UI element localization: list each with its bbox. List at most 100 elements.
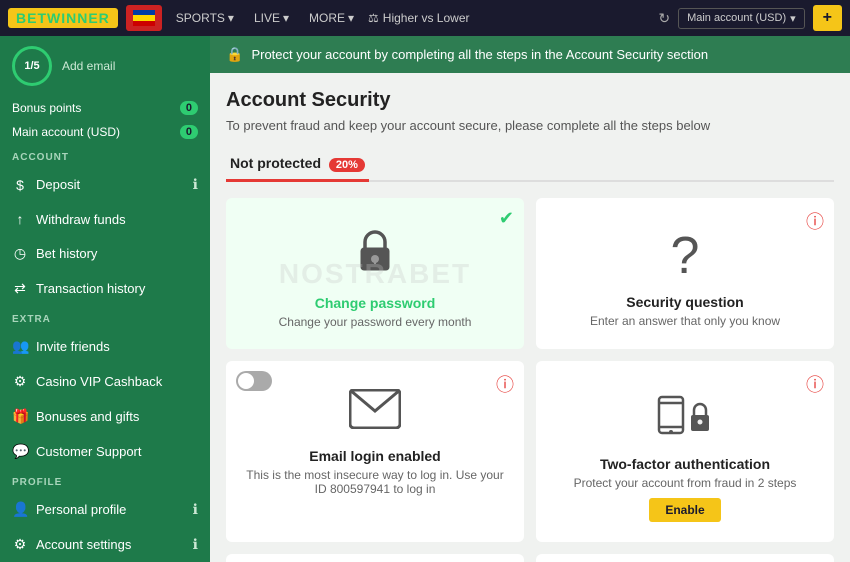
main-account-sidebar-label: Main account (USD)	[12, 125, 120, 139]
dollar-icon: $	[12, 177, 28, 193]
sidebar-profile-top: 1/5 Add email	[0, 36, 210, 96]
profile-section-label: PROFILE	[0, 469, 210, 492]
live-label: LIVE	[254, 11, 280, 25]
sports-nav-button[interactable]: SPORTS ▾	[170, 7, 240, 29]
security-tabs: Not protected 20%	[226, 149, 834, 182]
sidebar-item-support[interactable]: 💬 Customer Support	[0, 434, 210, 469]
banner-lock-icon: 🔒	[226, 46, 243, 63]
sports-label: SPORTS	[176, 11, 225, 25]
progress-circle: 1/5	[12, 46, 52, 86]
security-question-card: ⓘ ? Security question Enter an answer th…	[536, 198, 834, 349]
account-section-label: ACCOUNT	[0, 144, 210, 167]
sidebar-profile-info-icon: ℹ	[193, 501, 198, 518]
sidebar-item-bonuses[interactable]: 🎁 Bonuses and gifts	[0, 399, 210, 434]
sidebar-vip-label: Casino VIP Cashback	[36, 374, 198, 389]
tab-not-protected-label: Not protected	[230, 155, 321, 171]
balance-scale-display: ⚖ Higher vs Lower	[368, 11, 469, 25]
security-cards-grid: NOSTRABET ✔ Change password Change your …	[226, 198, 834, 542]
top-navigation: BETWINNER SPORTS ▾ LIVE ▾ MORE ▾ ⚖ Highe…	[0, 0, 850, 36]
sports-chevron-icon: ▾	[228, 11, 234, 25]
sidebar-settings-label: Account settings	[36, 537, 185, 552]
more-chevron-icon: ▾	[348, 11, 354, 25]
scale-icon: ⚖	[368, 11, 379, 25]
sidebar-item-casino-vip[interactable]: ⚙ Casino VIP Cashback	[0, 364, 210, 399]
main-account-row: Main account (USD) 0	[0, 120, 210, 144]
sidebar-item-deposit[interactable]: $ Deposit ℹ	[0, 167, 210, 202]
email-login-card: ⓘ Email login enabled This is the most i…	[226, 361, 524, 542]
sidebar-item-personal-profile[interactable]: 👤 Personal profile ℹ	[0, 492, 210, 527]
sidebar-deposit-info-icon: ℹ	[193, 176, 198, 193]
change-password-status-icon: ✔	[499, 208, 514, 229]
main-area: 1/5 Add email Bonus points 0 Main accoun…	[0, 36, 850, 562]
deposit-button[interactable]: +	[813, 5, 842, 31]
extra-section-label: EXTRA	[0, 306, 210, 329]
live-nav-button[interactable]: LIVE ▾	[248, 7, 295, 29]
withdraw-icon: ↑	[12, 211, 28, 227]
security-question-desc: Enter an answer that only you know	[590, 314, 780, 328]
sidebar-settings-info-icon: ℹ	[193, 536, 198, 553]
two-factor-desc: Protect your account from fraud in 2 ste…	[574, 476, 797, 490]
account-chevron-icon: ▾	[790, 12, 796, 25]
transfer-icon: ⇄	[12, 280, 28, 297]
content-area: 🔒 Protect your account by completing all…	[210, 36, 850, 562]
two-factor-icon	[657, 389, 713, 448]
page-subtitle: To prevent fraud and keep your account s…	[226, 118, 834, 133]
email-login-status-icon: ⓘ	[496, 371, 514, 397]
security-question-icon: ?	[671, 226, 700, 286]
security-question-status-icon: ⓘ	[806, 208, 824, 234]
bonus-points-badge: 0	[180, 101, 198, 115]
tab-percent-badge: 20%	[329, 158, 365, 172]
more-label: MORE	[309, 11, 345, 25]
email-login-title: Email login enabled	[309, 448, 440, 464]
partial-card-2	[536, 554, 834, 562]
friends-icon: 👥	[12, 338, 28, 355]
change-password-title: Change password	[315, 295, 436, 311]
bonus-points-label: Bonus points	[12, 101, 81, 115]
progress-value: 1/5	[24, 60, 39, 72]
sidebar-invite-label: Invite friends	[36, 339, 198, 354]
main-account-sidebar-badge: 0	[180, 125, 198, 139]
nav-flag-icon	[126, 5, 162, 31]
two-factor-card: ⓘ Two-f	[536, 361, 834, 542]
more-nav-button[interactable]: MORE ▾	[303, 7, 360, 29]
main-account-label: Main account (USD)	[687, 12, 786, 24]
enable-two-factor-button[interactable]: Enable	[649, 498, 720, 522]
page-title: Account Security	[226, 89, 834, 112]
balance-label: Higher vs Lower	[383, 11, 470, 25]
main-account-button[interactable]: Main account (USD) ▾	[678, 8, 805, 29]
content-inner: Account Security To prevent fraud and ke…	[210, 73, 850, 562]
change-password-card: NOSTRABET ✔ Change password Change your …	[226, 198, 524, 349]
deposit-plus-icon: +	[823, 9, 832, 26]
refresh-icon[interactable]: ↻	[658, 10, 670, 27]
sidebar-item-transaction-history[interactable]: ⇄ Transaction history	[0, 271, 210, 306]
tab-not-protected[interactable]: Not protected 20%	[226, 149, 369, 182]
two-factor-status-icon: ⓘ	[806, 371, 824, 397]
sidebar-item-account-settings[interactable]: ⚙ Account settings ℹ	[0, 527, 210, 562]
sidebar-personal-label: Personal profile	[36, 502, 185, 517]
logo: BETWINNER	[8, 8, 118, 28]
sidebar-item-withdraw[interactable]: ↑ Withdraw funds	[0, 202, 210, 236]
security-question-title: Security question	[626, 294, 743, 310]
profile-icon: 👤	[12, 501, 28, 518]
gift-icon: 🎁	[12, 408, 28, 425]
settings-icon: ⚙	[12, 536, 28, 553]
sidebar-bonuses-label: Bonuses and gifts	[36, 409, 198, 424]
logo-winner: WINNER	[47, 10, 110, 26]
sidebar-transaction-label: Transaction history	[36, 281, 198, 296]
sidebar-support-label: Customer Support	[36, 444, 198, 459]
bonus-points-row: Bonus points 0	[0, 96, 210, 120]
security-banner: 🔒 Protect your account by completing all…	[210, 36, 850, 73]
change-password-desc: Change your password every month	[279, 315, 472, 329]
sidebar-item-invite-friends[interactable]: 👥 Invite friends	[0, 329, 210, 364]
sidebar: 1/5 Add email Bonus points 0 Main accoun…	[0, 36, 210, 562]
two-factor-title: Two-factor authentication	[600, 456, 770, 472]
clock-icon: ◷	[12, 245, 28, 262]
partial-card-1: ✏	[226, 554, 524, 562]
sidebar-item-bet-history[interactable]: ◷ Bet history	[0, 236, 210, 271]
sidebar-deposit-label: Deposit	[36, 177, 185, 192]
email-login-desc: This is the most insecure way to log in.…	[242, 468, 508, 496]
email-login-toggle[interactable]	[236, 371, 272, 391]
vip-icon: ⚙	[12, 373, 28, 390]
live-chevron-icon: ▾	[283, 11, 289, 25]
logo-bet: BET	[16, 10, 47, 26]
